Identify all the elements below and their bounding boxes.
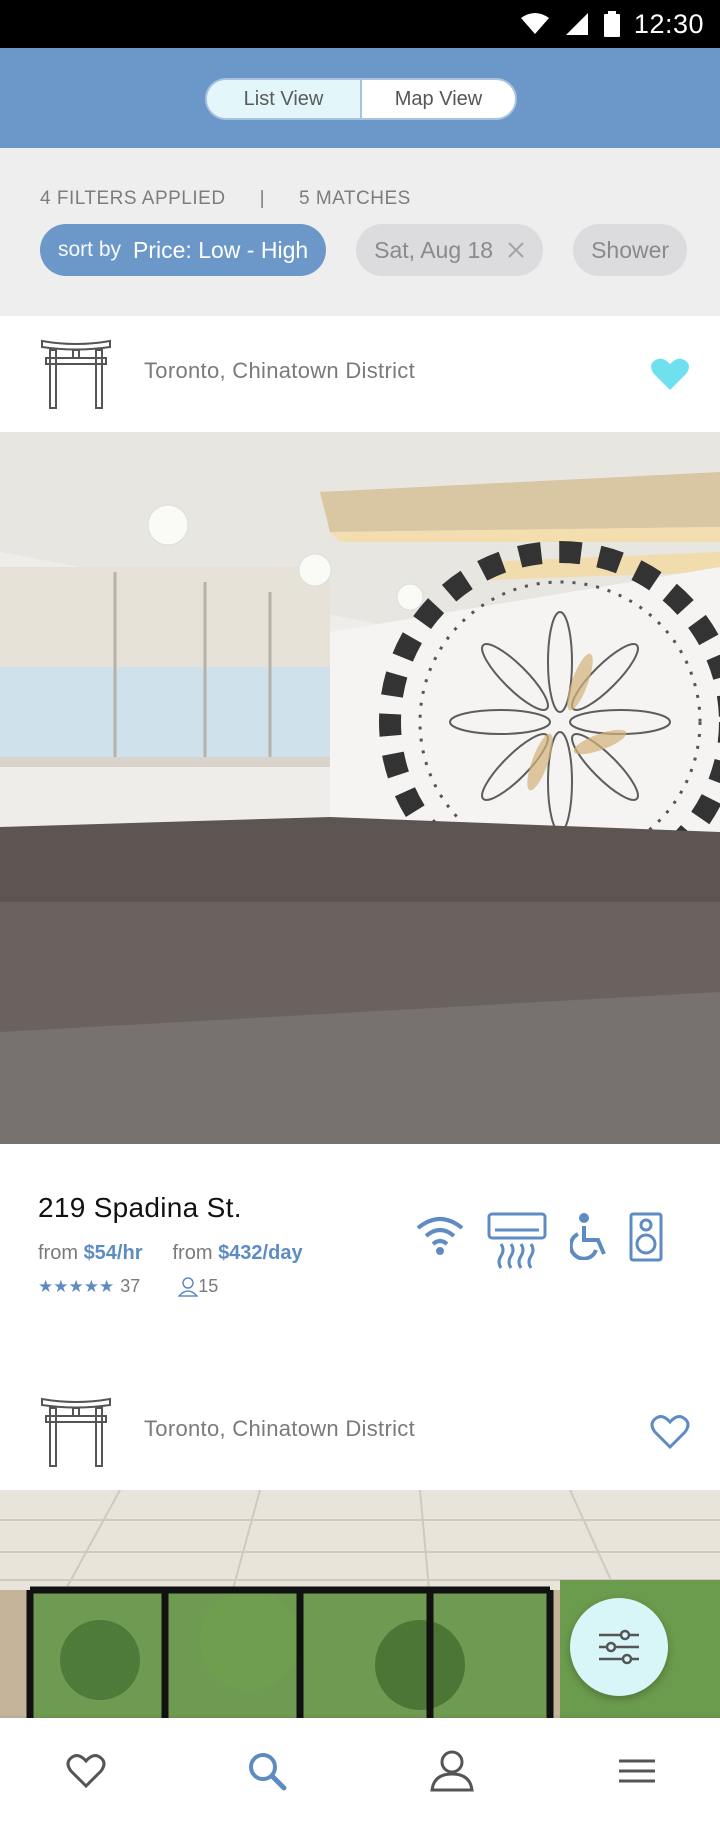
date-filter-label: Sat, Aug 18 — [374, 236, 494, 263]
person-icon — [178, 1276, 199, 1297]
search-icon — [249, 1753, 287, 1791]
filter-summary: 4 FILTERS APPLIED | 5 MATCHES — [40, 188, 411, 210]
menu-icon — [619, 1759, 655, 1783]
summary-separator: | — [259, 188, 265, 209]
star-rating: ★★★★★ — [38, 1276, 115, 1296]
nav-search[interactable] — [240, 1744, 294, 1798]
sort-prefix: sort by — [58, 238, 122, 261]
shower-filter-chip[interactable]: Shower — [573, 224, 688, 276]
battery-icon — [603, 11, 620, 37]
cell-signal-icon — [565, 13, 588, 35]
status-bar: 12:30 — [0, 0, 720, 48]
view-toggle: List View Map View — [205, 78, 517, 120]
list-view-tab[interactable]: List View — [207, 80, 362, 118]
nav-profile[interactable] — [425, 1744, 479, 1798]
hourly-price: from $54/hr — [38, 1242, 143, 1264]
rating-count: 37 — [120, 1276, 141, 1296]
date-filter-chip[interactable]: Sat, Aug 18 — [356, 224, 544, 276]
filter-fab-button[interactable] — [570, 1598, 668, 1696]
listing-header: Toronto, Chinatown District — [0, 316, 720, 432]
matches-count: 5 MATCHES — [299, 188, 411, 209]
filter-chips: sort by Price: Low - High Sat, Aug 18 Sh… — [40, 224, 688, 276]
close-icon[interactable] — [507, 241, 525, 259]
rating-row: ★★★★★ 37 15 — [38, 1276, 218, 1297]
speaker-icon — [629, 1212, 663, 1262]
bottom-nav — [0, 1718, 720, 1822]
listing-location: Toronto, Chinatown District — [144, 1416, 415, 1441]
top-header: List View Map View — [0, 48, 720, 148]
wifi-icon — [416, 1217, 464, 1255]
listing-address: 219 Spadina St. — [38, 1192, 242, 1223]
listing-photo[interactable] — [0, 432, 720, 1144]
sliders-icon — [599, 1629, 639, 1665]
price-row: from $54/hr from $432/day — [38, 1242, 303, 1265]
sort-value: Price: Low - High — [133, 236, 309, 263]
daily-price: from $432/day — [172, 1242, 303, 1264]
heart-icon — [66, 1754, 106, 1789]
capacity-count: 15 — [198, 1276, 219, 1296]
accessible-icon — [570, 1213, 606, 1260]
nav-menu[interactable] — [610, 1744, 664, 1798]
nav-favorites[interactable] — [59, 1744, 113, 1798]
listing-location: Toronto, Chinatown District — [144, 358, 415, 383]
clock: 12:30 — [633, 8, 704, 39]
listing-details[interactable]: 219 Spadina St. from $54/hr from $432/da… — [0, 1144, 720, 1374]
profile-icon — [430, 1750, 474, 1792]
shower-filter-label: Shower — [591, 236, 670, 263]
listing-header: Toronto, Chinatown District — [0, 1374, 720, 1490]
torii-gate-icon — [41, 1397, 111, 1467]
air-conditioning-icon — [487, 1212, 547, 1269]
filters-applied-count: 4 FILTERS APPLIED — [40, 188, 226, 209]
filter-bar: 4 FILTERS APPLIED | 5 MATCHES sort by Pr… — [0, 148, 720, 316]
heart-filled-icon[interactable] — [650, 356, 690, 392]
torii-gate-icon — [41, 339, 111, 409]
heart-outline-icon[interactable] — [650, 1414, 690, 1450]
wifi-status-icon — [520, 13, 549, 34]
sort-chip[interactable]: sort by Price: Low - High — [40, 224, 327, 276]
map-view-tab[interactable]: Map View — [362, 80, 515, 118]
